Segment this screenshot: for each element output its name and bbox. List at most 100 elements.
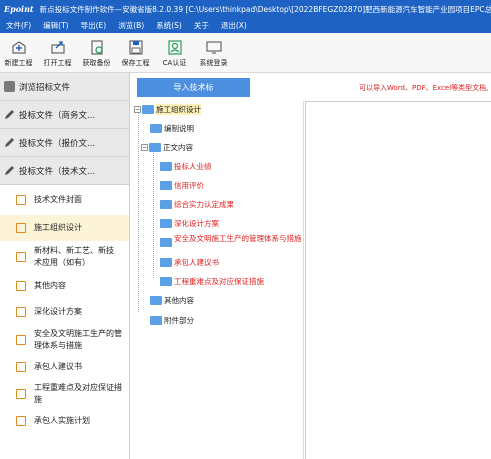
sidebar-header-label: 投标文件（技术文... [19,166,96,177]
save-project-icon [127,39,145,55]
sidebar-item-safety-management[interactable]: 安全及文明施工生产的管理体系与措施 [0,325,129,355]
document-icon [16,195,26,205]
tree-node-label: 其他内容 [164,296,194,305]
open-project-icon [49,39,67,55]
sidebar-item-label: 承包人实施计划 [34,416,90,425]
sidebar-item-label: 技术文件封面 [34,195,82,204]
sidebar-header-label: 浏览招标文件 [19,82,71,93]
sidebar-item-label: 施工组织设计 [34,223,82,232]
new-project-button[interactable]: 新建工程 [0,39,37,68]
save-project-button[interactable]: 保存工程 [117,39,154,68]
tree-node-bidder-performance[interactable]: 投标人业绩 [160,161,212,172]
sidebar-header-label: 投标文件（商务文... [19,110,96,121]
edit-icon [4,165,15,176]
tree-node-label: 信用评价 [174,181,204,190]
sidebar: 浏览招标文件 投标文件（商务文... 投标文件（报价文... 投标文件（技术文.… [0,73,130,459]
tree-node-root[interactable]: − 施工组织设计 [134,104,201,115]
folder-icon [160,258,172,267]
collapse-icon[interactable]: − [134,106,141,113]
new-project-icon [10,39,28,55]
folder-icon [142,105,154,114]
menu-about[interactable]: 关于 [188,20,215,31]
tree-node-attachments[interactable]: 附件部分 [150,315,194,326]
folder-icon [160,181,172,190]
get-backup-button[interactable]: 获取备份 [78,39,115,68]
import-technical-bid-button[interactable]: 导入技术标 [137,78,250,97]
system-login-button[interactable]: 系统登录 [195,39,232,68]
menu-browse[interactable]: 浏览(B) [112,20,150,31]
folder-icon [160,219,172,228]
tree-guide-line [138,112,139,312]
system-login-icon [205,39,223,55]
sidebar-item-tech-cover[interactable]: 技术文件封面 [0,185,129,215]
folder-icon [160,200,172,209]
menu-system[interactable]: 系统(S) [150,20,188,31]
sidebar-header-business[interactable]: 投标文件（商务文... [0,101,129,129]
sidebar-item-label: 安全及文明施工生产的管理体系与措施 [34,329,122,350]
folder-icon [149,143,161,152]
app-logo: Epoint [4,4,34,14]
toolbar: 新建工程 打开工程 获取备份 保存工程 CA认证 系统登录 [0,33,491,73]
sidebar-header-technical[interactable]: 投标文件（技术文... [0,157,129,185]
tree-node-compilation-notes[interactable]: 编制说明 [150,123,194,134]
tree-node-label: 正文内容 [163,143,193,152]
sidebar-header-browse-tender[interactable]: 浏览招标文件 [0,73,129,101]
tree-node-label: 深化设计方案 [174,219,219,228]
sidebar-item-deepening-design[interactable]: 深化设计方案 [0,299,129,325]
tree-node-other-content[interactable]: 其他内容 [150,295,194,306]
open-project-label: 打开工程 [43,59,72,67]
sidebar-header-quote[interactable]: 投标文件（报价文... [0,129,129,157]
document-icon [16,389,26,399]
sidebar-item-label: 其他内容 [34,281,66,290]
sidebar-item-other-content[interactable]: 其他内容 [0,273,129,299]
outline-tree: − 施工组织设计 编制说明 − 正文内容 投标人业绩 信用评价 综合实力认定成果… [131,101,304,459]
sidebar-item-label: 深化设计方案 [34,307,82,316]
tree-node-label: 工程重难点及对应保证措施 [174,277,264,286]
tree-node-label: 安全及文明施工生产的管理体系与措施 [174,234,302,243]
menu-exit[interactable]: 退出(X) [215,20,253,31]
new-project-label: 新建工程 [4,59,33,67]
get-backup-label: 获取备份 [82,59,111,67]
ca-cert-button[interactable]: CA认证 [156,39,193,68]
sidebar-item-new-materials[interactable]: 新材料、新工艺、新技术应用（如有） [0,241,129,273]
title-bar: Epoint 新点投标文件制作软件—安徽省版8.2.0.39 [C:\Users… [0,0,491,18]
tree-node-strength-results[interactable]: 综合实力认定成果 [160,199,234,210]
menu-file[interactable]: 文件(F) [0,20,37,31]
edit-icon [4,109,15,120]
document-icon [16,335,26,345]
document-icon [16,281,26,291]
tree-node-safety-management[interactable]: 安全及文明施工生产的管理体系与措施 [160,233,302,247]
ca-cert-label: CA认证 [162,59,187,67]
menu-bar: 文件(F) 编辑(T) 导出(E) 浏览(B) 系统(S) 关于 退出(X) [0,18,491,33]
menu-edit[interactable]: 编辑(T) [37,20,74,31]
document-icon [16,362,26,372]
document-preview-area[interactable] [305,101,491,459]
tree-node-label: 投标人业绩 [174,162,212,171]
tree-node-label: 承包人建议书 [174,258,219,267]
collapse-icon[interactable]: − [141,144,148,151]
folder-icon [160,162,172,171]
sidebar-item-key-difficulties[interactable]: 工程重难点及对应保证措施 [0,379,129,409]
sidebar-item-implementation-plan[interactable]: 承包人实施计划 [0,409,129,433]
tree-node-label: 附件部分 [164,316,194,325]
tree-node-credit-evaluation[interactable]: 信用评价 [160,180,204,191]
edit-icon [4,137,15,148]
folder-icon [150,296,162,305]
tree-guide-line [153,150,154,278]
tree-node-deepening-design[interactable]: 深化设计方案 [160,218,219,229]
tree-node-label: 综合实力认定成果 [174,200,234,209]
tree-node-contractor-proposal[interactable]: 承包人建议书 [160,257,219,268]
main-panel: 导入技术标 可以导入Word、PDF、Excel等类型文档, − 施工组织设计 … [131,73,491,459]
sidebar-item-label: 新材料、新工艺、新技术应用（如有） [34,246,114,267]
sidebar-item-construction-design[interactable]: 施工组织设计 [0,215,129,241]
sidebar-item-contractor-proposal[interactable]: 承包人建议书 [0,355,129,379]
open-project-button[interactable]: 打开工程 [39,39,76,68]
tree-node-label: 施工组织设计 [156,104,201,115]
import-hint: 可以导入Word、PDF、Excel等类型文档, [359,84,489,92]
tree-node-key-difficulties[interactable]: 工程重难点及对应保证措施 [160,276,264,287]
document-icon [16,307,26,317]
tree-node-body-content[interactable]: − 正文内容 [141,142,193,153]
system-login-label: 系统登录 [199,59,228,67]
folder-icon [160,277,172,286]
menu-export[interactable]: 导出(E) [75,20,113,31]
